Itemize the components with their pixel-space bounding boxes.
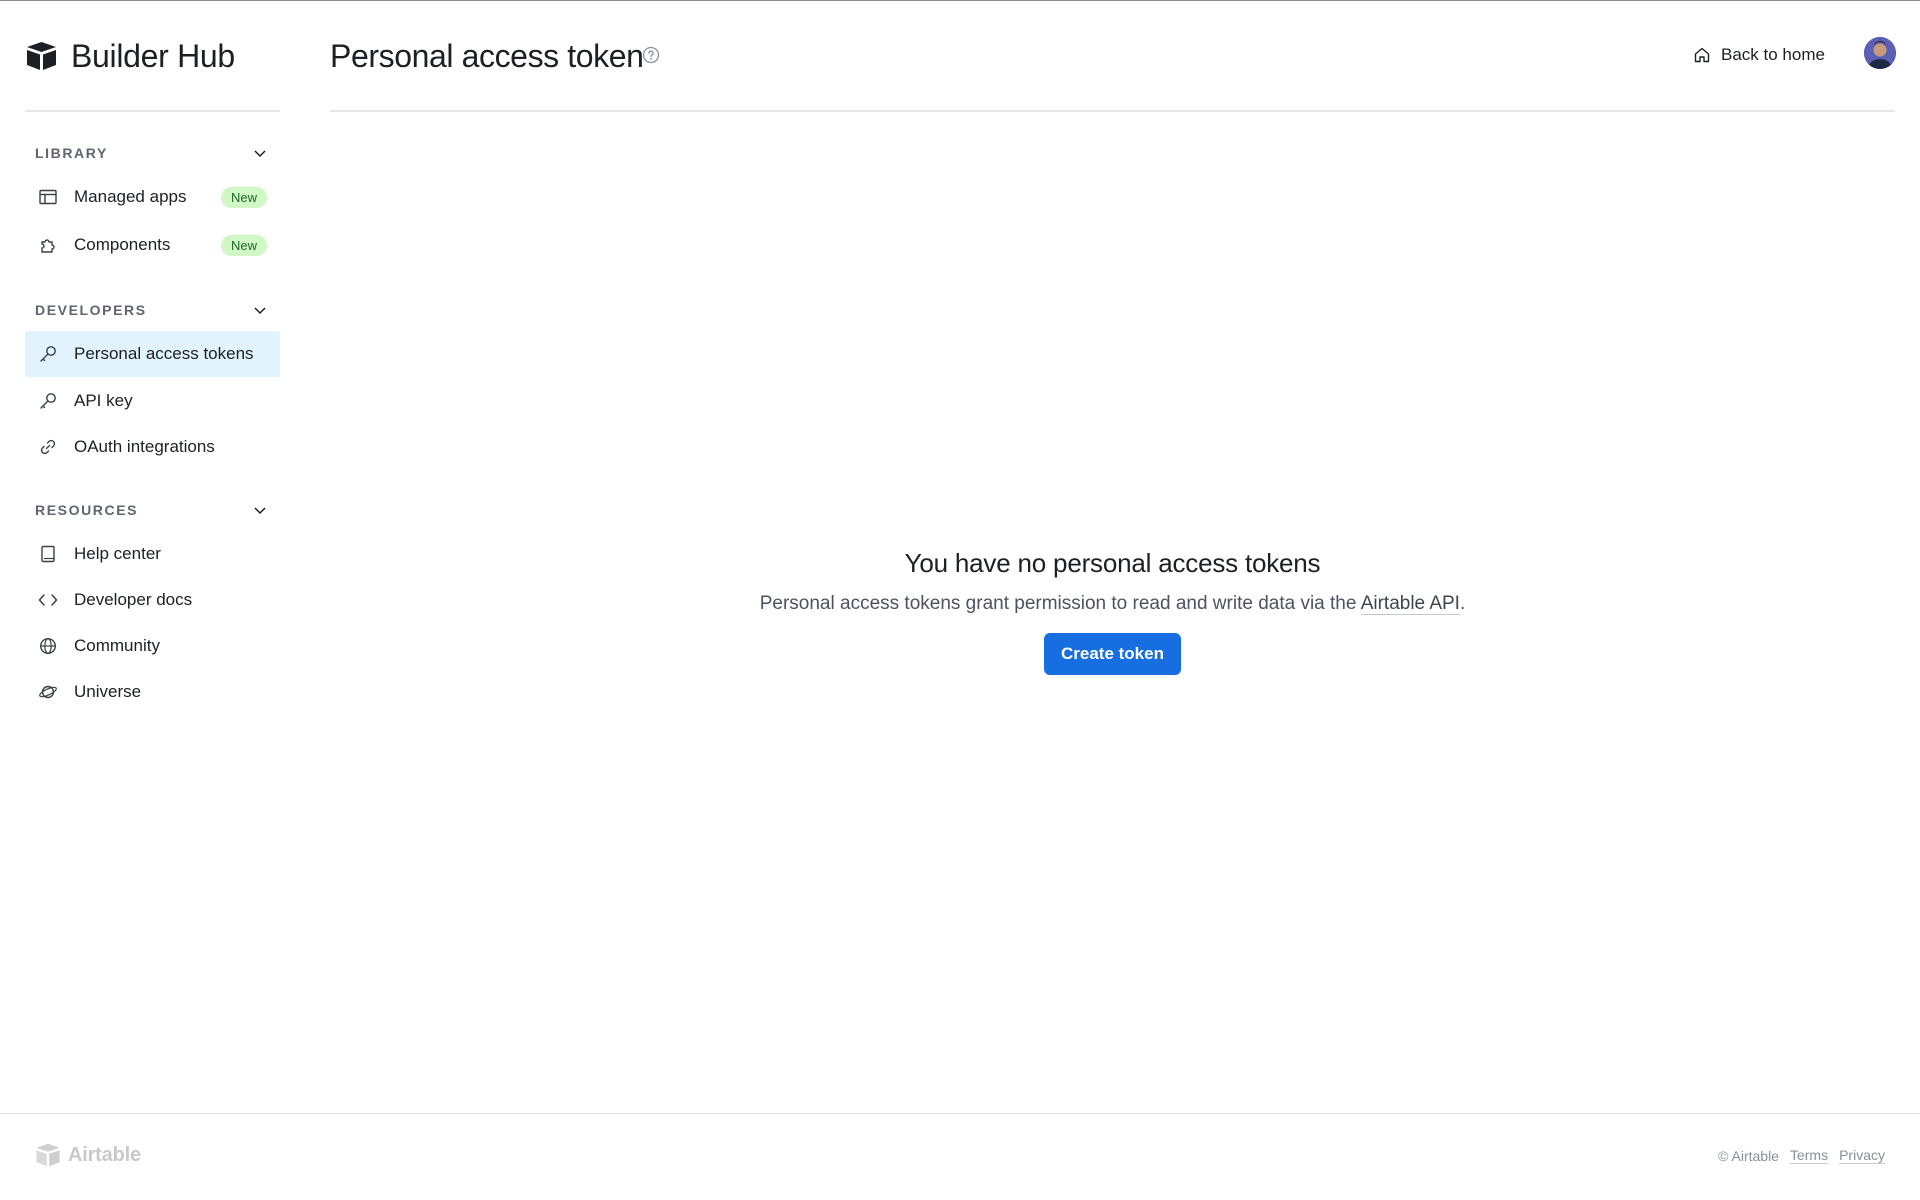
sidebar-divider [25,110,280,112]
header-divider [330,110,1895,112]
sidebar-item-components[interactable]: Components New [25,222,280,268]
section-title-developers: DEVELOPERS [35,302,147,318]
sidebar-item-label: Universe [74,682,142,701]
chevron-down-icon [254,307,266,315]
globe-icon [38,636,58,656]
sidebar-item-managed-apps[interactable]: Managed apps New [25,174,280,220]
new-badge: New [220,234,267,256]
empty-state-description-text: Personal access tokens grant permission … [759,593,1361,614]
code-icon [38,590,58,610]
sidebar-item-label: OAuth integrations [74,437,215,456]
footer-links: © Airtable Terms Privacy [1718,1147,1885,1164]
empty-state: You have no personal access tokens Perso… [330,548,1895,675]
page-title: Personal access token [330,38,644,74]
footer-copyright: © Airtable [1718,1147,1779,1164]
sidebar-item-label: Developer docs [74,590,193,609]
back-to-home-label: Back to home [1721,45,1825,64]
brand[interactable]: Builder Hub [25,38,235,74]
planet-icon [38,682,58,702]
section-title-library: LIBRARY [35,145,108,161]
airtable-api-link[interactable]: Airtable API [1360,593,1460,615]
empty-state-title: You have no personal access tokens [904,548,1321,578]
link-icon [38,437,58,457]
sidebar-item-help-center[interactable]: Help center [25,531,280,577]
footer-logo[interactable]: Airtable [34,1143,141,1167]
sidebar-item-label: Help center [74,544,161,563]
sidebar-item-label: Personal access tokens [74,344,254,363]
chevron-down-icon [254,150,266,158]
sidebar-item-api-key[interactable]: API key [25,378,280,424]
sidebar-item-label: Components [74,235,171,254]
puzzle-icon [38,235,58,255]
sidebar-item-community[interactable]: Community [25,623,280,669]
back-to-home-link[interactable]: Back to home [1693,42,1825,68]
section-header-library[interactable]: LIBRARY [25,138,280,168]
key-icon [38,344,58,364]
sidebar-item-label: API key [74,391,133,410]
footer-logo-name: Airtable [68,1143,141,1166]
chevron-down-icon [254,507,266,515]
sidebar-item-label: Managed apps [74,187,187,206]
sidebar-item-personal-access-tokens[interactable]: Personal access tokens [25,331,280,377]
section-header-resources[interactable]: RESOURCES [25,495,280,525]
empty-state-description: Personal access tokens grant permission … [330,593,1895,615]
sidebar-item-developer-docs[interactable]: Developer docs [25,577,280,623]
airtable-logo-icon [36,1143,60,1167]
brand-name: Builder Hub [71,37,235,74]
empty-state-description-end: . [1459,593,1466,614]
builder-hub-logo-icon [27,42,56,70]
sidebar-item-oauth-integrations[interactable]: OAuth integrations [25,424,280,470]
section-title-resources: RESOURCES [35,502,139,518]
terms-link[interactable]: Terms [1789,1147,1829,1164]
sidebar-item-universe[interactable]: Universe [25,669,280,715]
user-avatar-icon [1864,37,1896,69]
book-icon [38,544,58,564]
privacy-link[interactable]: Privacy [1839,1147,1885,1164]
new-badge: New [220,186,267,208]
home-icon [1694,47,1710,63]
avatar[interactable] [1864,37,1896,69]
section-header-developers[interactable]: DEVELOPERS [25,295,280,325]
key-icon [38,391,58,411]
help-icon[interactable] [642,46,660,64]
window-top-border [0,0,1920,1]
footer-divider [0,1113,1920,1114]
table-icon [38,187,58,207]
create-token-button[interactable]: Create token [1044,633,1181,675]
sidebar-item-label: Community [74,636,160,655]
